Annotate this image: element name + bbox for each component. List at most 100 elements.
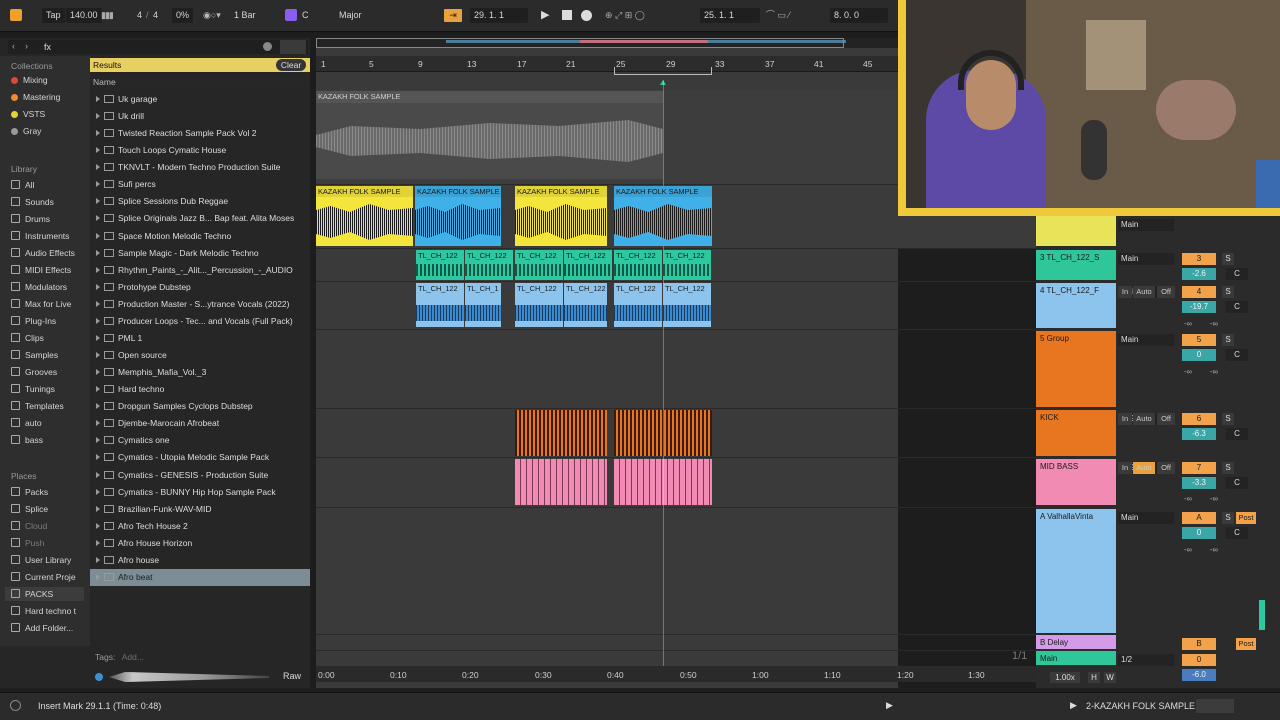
monitor-auto-button[interactable]: Auto [1133,413,1155,425]
send-value[interactable]: -∞ [1184,367,1198,377]
monitor-off-button[interactable]: Off [1157,286,1175,298]
place-item[interactable]: Packs [11,485,48,499]
volume-field[interactable]: -19.7 [1182,301,1216,313]
browser-result-row[interactable]: Space Motion Melodic Techno [90,228,310,245]
time-ruler[interactable] [316,666,1036,682]
track-activator[interactable]: A [1182,512,1216,524]
mixer-track-header[interactable] [1036,216,1116,246]
browser-result-row[interactable]: Open source [90,347,310,364]
time-signature-denominator[interactable]: 4 [153,8,158,23]
tl-clip-blue[interactable]: TL_CH_122 [663,283,711,327]
mixer-track-header[interactable]: 4 TL_CH_122_F [1036,283,1116,328]
mixer-track-header[interactable]: A ValhallaVinta [1036,509,1116,633]
monitor-in-button[interactable]: In [1118,462,1132,474]
volume-field[interactable]: -6.3 [1182,428,1216,440]
gray-audio-clip[interactable]: KAZAKH FOLK SAMPLE [316,91,663,179]
expand-arrow-icon[interactable] [96,539,100,546]
tl-clip-blue[interactable]: TL_CH_122 [614,283,662,327]
volume-field[interactable]: -6.0 [1182,669,1216,681]
solo-button[interactable]: S [1222,253,1234,265]
expand-arrow-icon[interactable] [96,403,100,410]
browser-result-row[interactable]: Afro Tech House 2 [90,518,310,535]
library-item[interactable]: Templates [11,399,64,413]
mixer-track-header[interactable]: B Delay [1036,635,1116,649]
pan-field[interactable]: C [1226,301,1248,313]
tl-clip-teal[interactable]: TL_CH_122 [614,250,662,280]
kick-clip-1[interactable] [515,410,607,456]
browser-result-row[interactable]: TKNVLT - Modern Techno Production Suite [90,159,310,176]
library-item[interactable]: Max for Live [11,297,71,311]
expand-arrow-icon[interactable] [96,386,100,393]
solo-button[interactable]: S [1222,413,1234,425]
time-signature-numerator[interactable]: 4 [137,8,142,23]
view-toggle-icons[interactable] [1196,699,1234,713]
library-item[interactable]: Samples [11,348,58,362]
tap-tempo-button[interactable]: Tap [42,8,65,23]
tl-clip-blue[interactable]: TL_CH_1 [465,283,501,327]
track-name[interactable]: B Delay [1040,638,1068,647]
browser-result-row[interactable]: Protohype Dubstep [90,279,310,296]
mixer-track-header[interactable]: 3 TL_CH_122_S [1036,250,1116,280]
browser-result-row[interactable]: Cymatics - BUNNY Hip Hop Sample Pack [90,484,310,501]
mixer-track-header[interactable]: 5 Group [1036,331,1116,407]
tl-clip-blue[interactable]: TL_CH_122 [416,283,464,327]
library-item[interactable]: Tunings [11,382,55,396]
tl-clip-teal[interactable]: TL_CH_122 [663,250,711,280]
monitor-auto-button[interactable]: Auto [1133,462,1155,474]
expand-arrow-icon[interactable] [96,113,100,120]
swing-field[interactable]: 0% [172,8,194,23]
preview-headphone-icon[interactable] [95,673,103,681]
browser-result-row[interactable]: Cymatics one [90,432,310,449]
place-item[interactable]: PACKS [5,587,84,601]
arrangement-overview[interactable] [316,38,900,48]
browser-result-row[interactable]: Cymatics - GENESIS - Production Suite [90,467,310,484]
post-button[interactable]: Post [1236,512,1256,524]
expand-arrow-icon[interactable] [96,198,100,205]
expand-arrow-icon[interactable] [96,249,100,256]
track-lane-return-b[interactable] [316,635,1036,651]
pan-field[interactable]: C [1226,349,1248,361]
metronome-bars-icon[interactable]: ▮▮▮ [101,8,127,23]
quantize-dropdown[interactable]: 1 Bar [234,8,256,23]
send-value[interactable]: -∞ [1210,494,1224,504]
browser-result-row[interactable]: PML 1 [90,330,310,347]
place-item[interactable]: Current Proje [11,570,76,584]
browser-result-row[interactable]: Uk garage [90,91,310,108]
browser-result-row[interactable]: Rhythm_Paints_-_Alit..._Percussion_-_AUD… [90,262,310,279]
library-item[interactable]: bass [11,433,43,447]
browser-result-row[interactable]: Afro house [90,552,310,569]
tl-clip-teal[interactable]: TL_CH_122 [465,250,513,280]
record-icon[interactable] [581,10,592,21]
tl-clip-teal[interactable]: TL_CH_122 [416,250,464,280]
height-toggle[interactable]: H [1088,672,1100,683]
track-name[interactable]: 4 TL_CH_122_F [1040,286,1099,295]
expand-arrow-icon[interactable] [96,96,100,102]
monitor-in-button[interactable]: In [1118,286,1132,298]
loop-length-field[interactable]: 8. 0. 0 [830,8,888,23]
browser-result-row[interactable]: Afro House Horizon [90,535,310,552]
send-value[interactable]: -∞ [1184,494,1198,504]
library-item[interactable]: Grooves [11,365,57,379]
expand-arrow-icon[interactable] [96,300,100,307]
track-activator[interactable]: B [1182,638,1216,650]
mixer-track-header[interactable]: Main [1036,651,1116,665]
expand-arrow-icon[interactable] [96,352,100,359]
info-icon[interactable] [10,700,21,711]
expand-arrow-icon[interactable] [96,147,100,154]
collection-item[interactable]: Mastering [11,90,60,104]
track-activator[interactable]: 5 [1182,334,1216,346]
solo-button[interactable]: S [1222,512,1234,524]
pan-field[interactable]: C [1226,268,1248,280]
browser-result-row[interactable]: Cymatics - Utopia Melodic Sample Pack [90,449,310,466]
send-value[interactable]: -∞ [1210,545,1224,555]
track-name[interactable]: KICK [1040,413,1059,422]
expand-arrow-icon[interactable] [96,181,100,188]
stop-icon[interactable] [562,10,572,20]
track-name[interactable]: 3 TL_CH_122_S [1040,253,1099,262]
folk-sample-clip[interactable]: KAZAKH FOLK SAMPLE [614,186,712,246]
library-item[interactable]: MIDI Effects [11,263,71,277]
arrangement-tools-icons[interactable]: ⊕ ⤢ ⊞ ◯ [605,8,645,23]
output-routing-dropdown[interactable]: Main [1118,512,1174,524]
track-activator[interactable]: 3 [1182,253,1216,265]
send-value[interactable]: -∞ [1184,545,1198,555]
